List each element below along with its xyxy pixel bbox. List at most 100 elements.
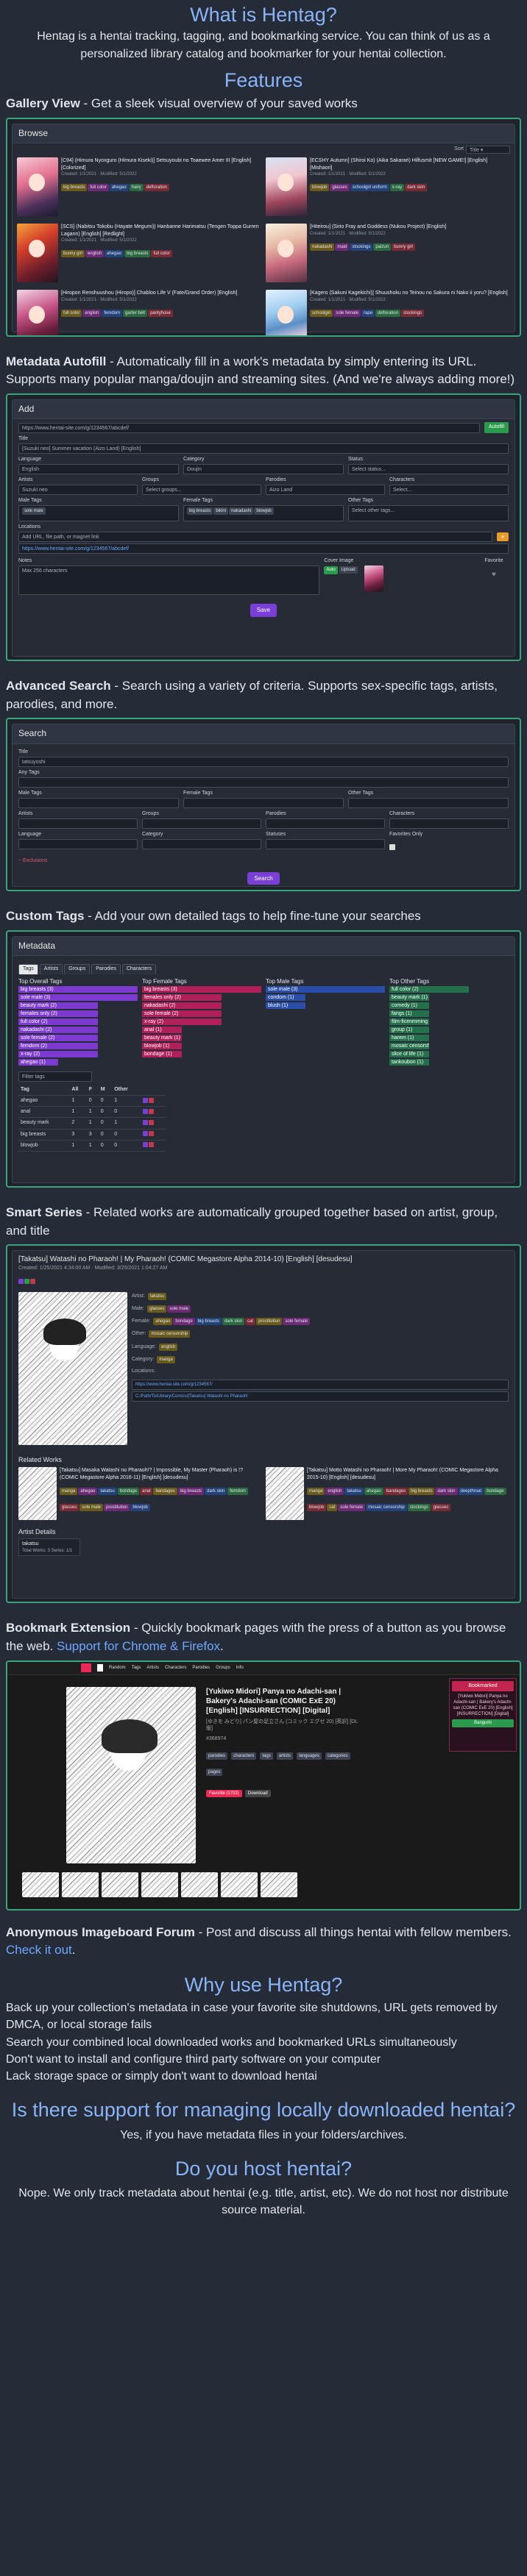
tag-chip[interactable]: sole female — [333, 309, 361, 317]
tag-chip[interactable]: blowjob — [307, 1503, 327, 1511]
tag-chip[interactable]: manga — [60, 1487, 78, 1495]
tag-chip[interactable]: big breasts — [124, 250, 151, 258]
site-nav-artists[interactable]: Artists — [146, 1665, 159, 1671]
tag-chip[interactable]: stockings — [350, 243, 373, 251]
tag-bar[interactable]: harem (1) — [389, 1034, 429, 1041]
gallery-card[interactable]: [ECSHY Autumn] (Shiroi Ko) (Aika Sakarar… — [266, 157, 510, 217]
tag-chip[interactable]: bondage — [117, 1487, 140, 1495]
gallery-card-title[interactable]: [Hiteirou] (Sirio Fray and Goddess (Nuko… — [310, 224, 510, 230]
tag-chip[interactable]: stockings — [401, 309, 425, 317]
parodies-select[interactable]: Aizo Land — [266, 485, 385, 496]
tag-bar[interactable]: nakadashi (2) — [18, 1026, 98, 1033]
edit-icon[interactable] — [142, 1142, 148, 1148]
related-work-card[interactable]: [Takatsu] Masaka Watashi no Pharaoh!? | … — [18, 1467, 261, 1521]
site-nav-info[interactable]: Info — [236, 1665, 244, 1671]
notes-textarea[interactable]: Max 256 characters — [18, 565, 320, 596]
tag-chip[interactable]: bandages — [383, 1487, 408, 1495]
tag-chip[interactable]: sole female — [283, 1318, 311, 1326]
tag-chip[interactable]: bandages — [153, 1487, 177, 1495]
tab-artists[interactable]: Artists — [39, 964, 63, 974]
trash-icon[interactable] — [148, 1120, 154, 1126]
tag-chip[interactable]: full color — [151, 250, 172, 258]
tag-chip[interactable]: manga — [307, 1487, 325, 1495]
statuses-search-input[interactable] — [266, 839, 385, 850]
gallery-card[interactable]: [Kagero (Sakuni Kagekichi)] Shuushoku no… — [266, 290, 510, 335]
tag-chip[interactable]: english — [82, 309, 102, 317]
tag-bar[interactable]: condom (1) — [266, 993, 305, 1001]
site-logo[interactable] — [81, 1663, 91, 1673]
site-nav-tags[interactable]: Tags — [132, 1665, 141, 1671]
artist-card[interactable]: takatsu Total Works: 3 Series: 1/1 — [18, 1538, 80, 1556]
language-select[interactable]: English — [18, 463, 179, 474]
tag-bar[interactable]: beauty mark (1) — [142, 1034, 182, 1041]
tag-bar[interactable]: comedy (1) — [389, 1002, 429, 1009]
trash-icon[interactable] — [148, 1097, 154, 1103]
page-thumbnail[interactable] — [221, 1872, 258, 1897]
tag-bar[interactable]: tankoubon (1) — [389, 1058, 429, 1066]
star-icon[interactable] — [24, 1278, 29, 1284]
tag-chip[interactable]: takatsu — [344, 1487, 364, 1495]
other-tags-select[interactable]: Select other tags... — [348, 505, 509, 522]
language-search-input[interactable] — [18, 839, 138, 850]
tag-chip[interactable]: bunny girl — [61, 250, 85, 258]
title-input[interactable]: [Suzuki neo] Summer vacation (Aizo Land)… — [18, 443, 509, 454]
site-nav-parodies[interactable]: Parodies — [192, 1665, 210, 1671]
tag-bar[interactable]: femdom (2) — [18, 1042, 98, 1049]
tag-bar[interactable]: beauty mark (1) — [389, 993, 429, 1001]
edit-icon[interactable] — [142, 1108, 148, 1114]
page-thumbnail[interactable] — [181, 1872, 218, 1897]
download-button[interactable]: Download — [244, 1790, 271, 1798]
upload-button[interactable]: Upload — [339, 566, 358, 574]
tag-chip[interactable]: anal — [140, 1487, 153, 1495]
tag-chip[interactable]: bondage — [173, 1318, 195, 1326]
tag-chip[interactable]: femdom — [227, 1487, 248, 1495]
tab-parodies[interactable]: Parodies — [91, 964, 121, 974]
exclusions-toggle[interactable]: − Exclusions — [18, 857, 509, 864]
gallery-card[interactable]: [C94] (Himura Nyoxguro (Himura Kiseki)] … — [17, 157, 261, 217]
tag-chip[interactable]: big breasts — [195, 1318, 222, 1326]
site-nav-groups[interactable]: Groups — [216, 1665, 230, 1671]
tag-chip[interactable]: english — [159, 1343, 178, 1351]
tag-chip[interactable]: bondage — [484, 1487, 506, 1495]
save-button[interactable]: Save — [250, 604, 277, 618]
tag-chip[interactable]: x-ray — [389, 184, 405, 192]
tag-chip[interactable]: bunny girl — [392, 243, 416, 251]
page-thumbnail[interactable] — [141, 1872, 178, 1897]
gallery-card[interactable]: [Hiropon Renshuushou (Hiropo)] Chabloo L… — [17, 290, 261, 335]
tag-chip[interactable]: dark skin — [435, 1487, 458, 1495]
tag-bar[interactable]: full color (2) — [18, 1018, 98, 1025]
category-select[interactable]: Doujin — [183, 463, 344, 474]
tag-bar[interactable]: blowjob (1) — [142, 1042, 182, 1049]
tag-bar[interactable]: females only (2) — [142, 993, 222, 1001]
characters-search-input[interactable] — [389, 818, 509, 829]
tag-chip[interactable]: prostitution — [104, 1503, 130, 1511]
tag-chip[interactable]: cat — [245, 1318, 256, 1326]
tag-chip[interactable]: paizuri — [373, 243, 392, 251]
tag-chip[interactable]: deepthroat — [458, 1487, 484, 1495]
tag-chip[interactable]: glasses — [147, 1305, 167, 1313]
tag-bar[interactable]: sole male (3) — [266, 985, 385, 993]
sort-select[interactable]: Title ▾ — [466, 146, 510, 154]
tag-chip[interactable]: rape — [361, 309, 375, 317]
female-tags-search-input[interactable] — [183, 798, 344, 809]
gallery-card[interactable]: [Hiteirou] (Sirio Fray and Goddess (Nuko… — [266, 224, 510, 283]
edit-icon[interactable] — [18, 1278, 24, 1284]
female-tags-select[interactable]: big breasts bikini nakadashi blowjob — [183, 505, 344, 522]
tag-chip[interactable]: nakadashi — [310, 243, 335, 251]
page-thumbnail[interactable] — [62, 1872, 99, 1897]
tag-bar[interactable]: sole male (3) — [18, 993, 138, 1001]
tag-chip[interactable]: defloration — [375, 309, 401, 317]
tag-bar[interactable]: bondage (1) — [142, 1050, 182, 1057]
tag-bar[interactable]: sole female (2) — [142, 1010, 222, 1017]
groups-search-input[interactable] — [142, 818, 261, 829]
tag-chip[interactable]: dark skin — [222, 1318, 245, 1326]
tag-bar[interactable]: blush (1) — [266, 1002, 305, 1009]
related-work-card[interactable]: [Takatsu] Motto Watashi no Pharaoh! | Mo… — [266, 1467, 509, 1521]
gallery-card-title[interactable]: [SCS] (Nabitsu Tokobu (Hayate Megumi)) H… — [61, 224, 261, 238]
site-nav-characters[interactable]: Characters — [165, 1665, 186, 1671]
site-search-input[interactable] — [97, 1664, 103, 1672]
edit-icon[interactable] — [142, 1131, 148, 1137]
male-tags-search-input[interactable] — [18, 798, 179, 809]
tab-characters[interactable]: Characters — [121, 964, 157, 974]
tag-chip[interactable]: prostitution — [256, 1318, 283, 1326]
